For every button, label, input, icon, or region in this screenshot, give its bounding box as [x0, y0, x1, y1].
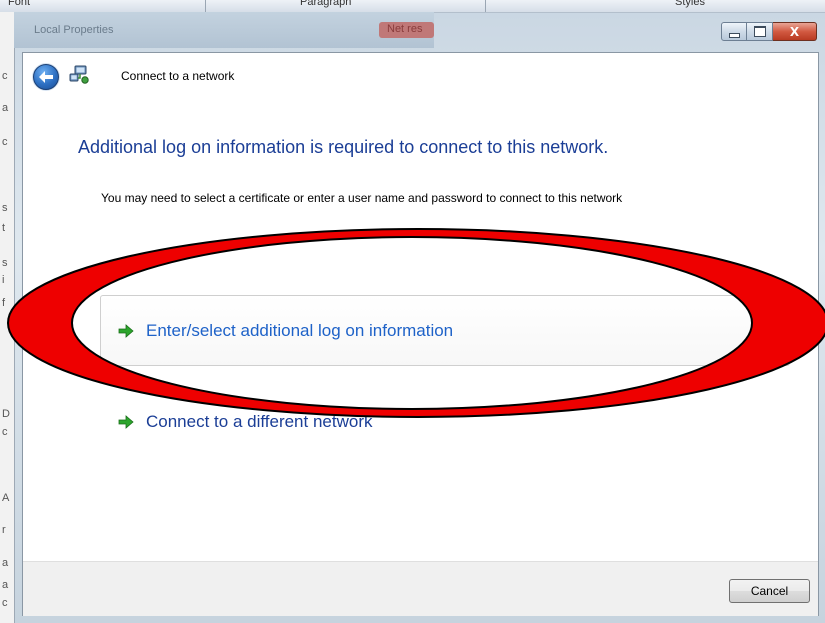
background-document-edge: c a c s t s i f D c A r a a c [0, 12, 15, 623]
doc-fragment: a [2, 579, 9, 591]
ribbon-group-styles: Styles [675, 0, 705, 8]
close-icon: X [789, 24, 800, 39]
doc-fragment: a [2, 557, 9, 569]
doc-fragment: s [2, 202, 8, 214]
background-window-button: Net res [379, 22, 434, 38]
doc-fragment: D [2, 408, 10, 420]
dialog-heading: Additional log on information is require… [78, 137, 609, 157]
maximize-button[interactable] [747, 22, 773, 41]
green-arrow-icon [118, 323, 134, 338]
doc-fragment: s [2, 257, 8, 269]
doc-fragment: r [2, 524, 6, 536]
doc-fragment: c [2, 597, 8, 609]
window-controls: X [721, 22, 817, 41]
enter-logon-info-label: Enter/select additional log on informati… [146, 320, 454, 340]
background-window-title: Local Properties [34, 24, 114, 36]
background-window-titlebar: Local Properties Net res [14, 12, 434, 48]
dialog-description: You may need to select a certificate or … [101, 191, 623, 205]
dialog-nav-title: Connect to a network [121, 69, 235, 83]
doc-fragment: f [2, 297, 6, 309]
ribbon-group-paragraph: Paragraph [300, 0, 352, 8]
ribbon-separator [485, 0, 486, 12]
doc-fragment: a [2, 102, 9, 114]
background-window-button-label: Net res [387, 23, 423, 35]
close-button[interactable]: X [773, 22, 817, 41]
cancel-button[interactable]: Cancel [729, 579, 810, 603]
maximize-icon [753, 26, 766, 37]
doc-fragment: c [2, 136, 8, 148]
minimize-icon [728, 32, 740, 38]
back-arrow-icon [39, 71, 53, 83]
doc-fragment: i [2, 274, 5, 286]
connect-different-network-link[interactable]: Connect to a different network [100, 386, 790, 457]
dialog-footer: Cancel [23, 561, 818, 616]
network-icon [69, 65, 89, 84]
doc-fragment: c [2, 70, 8, 82]
doc-fragment: c [2, 426, 8, 438]
ribbon-group-font: Font [8, 0, 31, 8]
back-button[interactable] [33, 64, 59, 90]
minimize-button[interactable] [721, 22, 747, 41]
doc-fragment: A [2, 492, 10, 504]
doc-fragment: t [2, 222, 6, 234]
connect-network-dialog: Connect to a network Additional log on i… [22, 52, 819, 616]
green-arrow-icon [118, 414, 134, 429]
dialog-nav-bar: Connect to a network [23, 53, 818, 99]
ribbon-separator [205, 0, 206, 12]
connect-different-network-label: Connect to a different network [146, 411, 373, 431]
enter-logon-info-link[interactable]: Enter/select additional log on informati… [100, 295, 790, 366]
